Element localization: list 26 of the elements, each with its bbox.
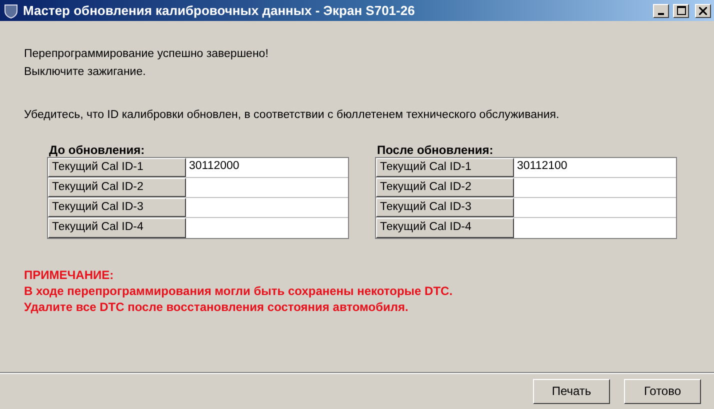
maximize-button[interactable] xyxy=(673,4,689,18)
shield-icon xyxy=(3,2,19,18)
minimize-button[interactable] xyxy=(653,4,669,18)
dialog-button[interactable]: Печать xyxy=(533,378,610,404)
note-text: Удалите все DTC после восстановления состояния автомобиля. xyxy=(24,299,410,315)
row-label: Текущий Cal ID-3 xyxy=(48,198,186,217)
row-label: Текущий Cal ID-4 xyxy=(48,218,186,238)
close-button[interactable] xyxy=(695,4,711,18)
note-text: В ходе перепрограммирования могли быть сохранены некоторые DTC. xyxy=(24,283,454,299)
maximize-icon xyxy=(676,6,686,15)
status-message: Перепрограммирование успешно завершено! xyxy=(24,47,270,62)
note-title: ПРИМЕЧАНИЕ: xyxy=(24,267,115,283)
minimize-icon xyxy=(658,12,664,14)
close-icon xyxy=(699,6,707,14)
instruction-text: Убедитесь, что ID калибровки обновлен, в соответствии с бюллетенем технического обслуживания. xyxy=(24,109,560,121)
row-label: Текущий Cal ID-1 xyxy=(376,158,514,177)
row-label: Текущий Cal ID-1 xyxy=(48,158,186,177)
row-label: Текущий Cal ID-2 xyxy=(48,178,186,197)
row-label: Текущий Cal ID-2 xyxy=(376,178,514,197)
status-message: Выключите зажигание. xyxy=(24,65,147,80)
row-label: Текущий Cal ID-3 xyxy=(376,198,514,217)
table-title: До обновления: xyxy=(48,143,146,157)
dialog-button[interactable]: Готово xyxy=(624,378,701,404)
row-label: Текущий Cal ID-4 xyxy=(376,218,514,238)
table-title: После обновления: xyxy=(376,143,494,157)
window-title: Мастер обновления калибровочных данных - Экран S701-26 xyxy=(23,3,416,18)
